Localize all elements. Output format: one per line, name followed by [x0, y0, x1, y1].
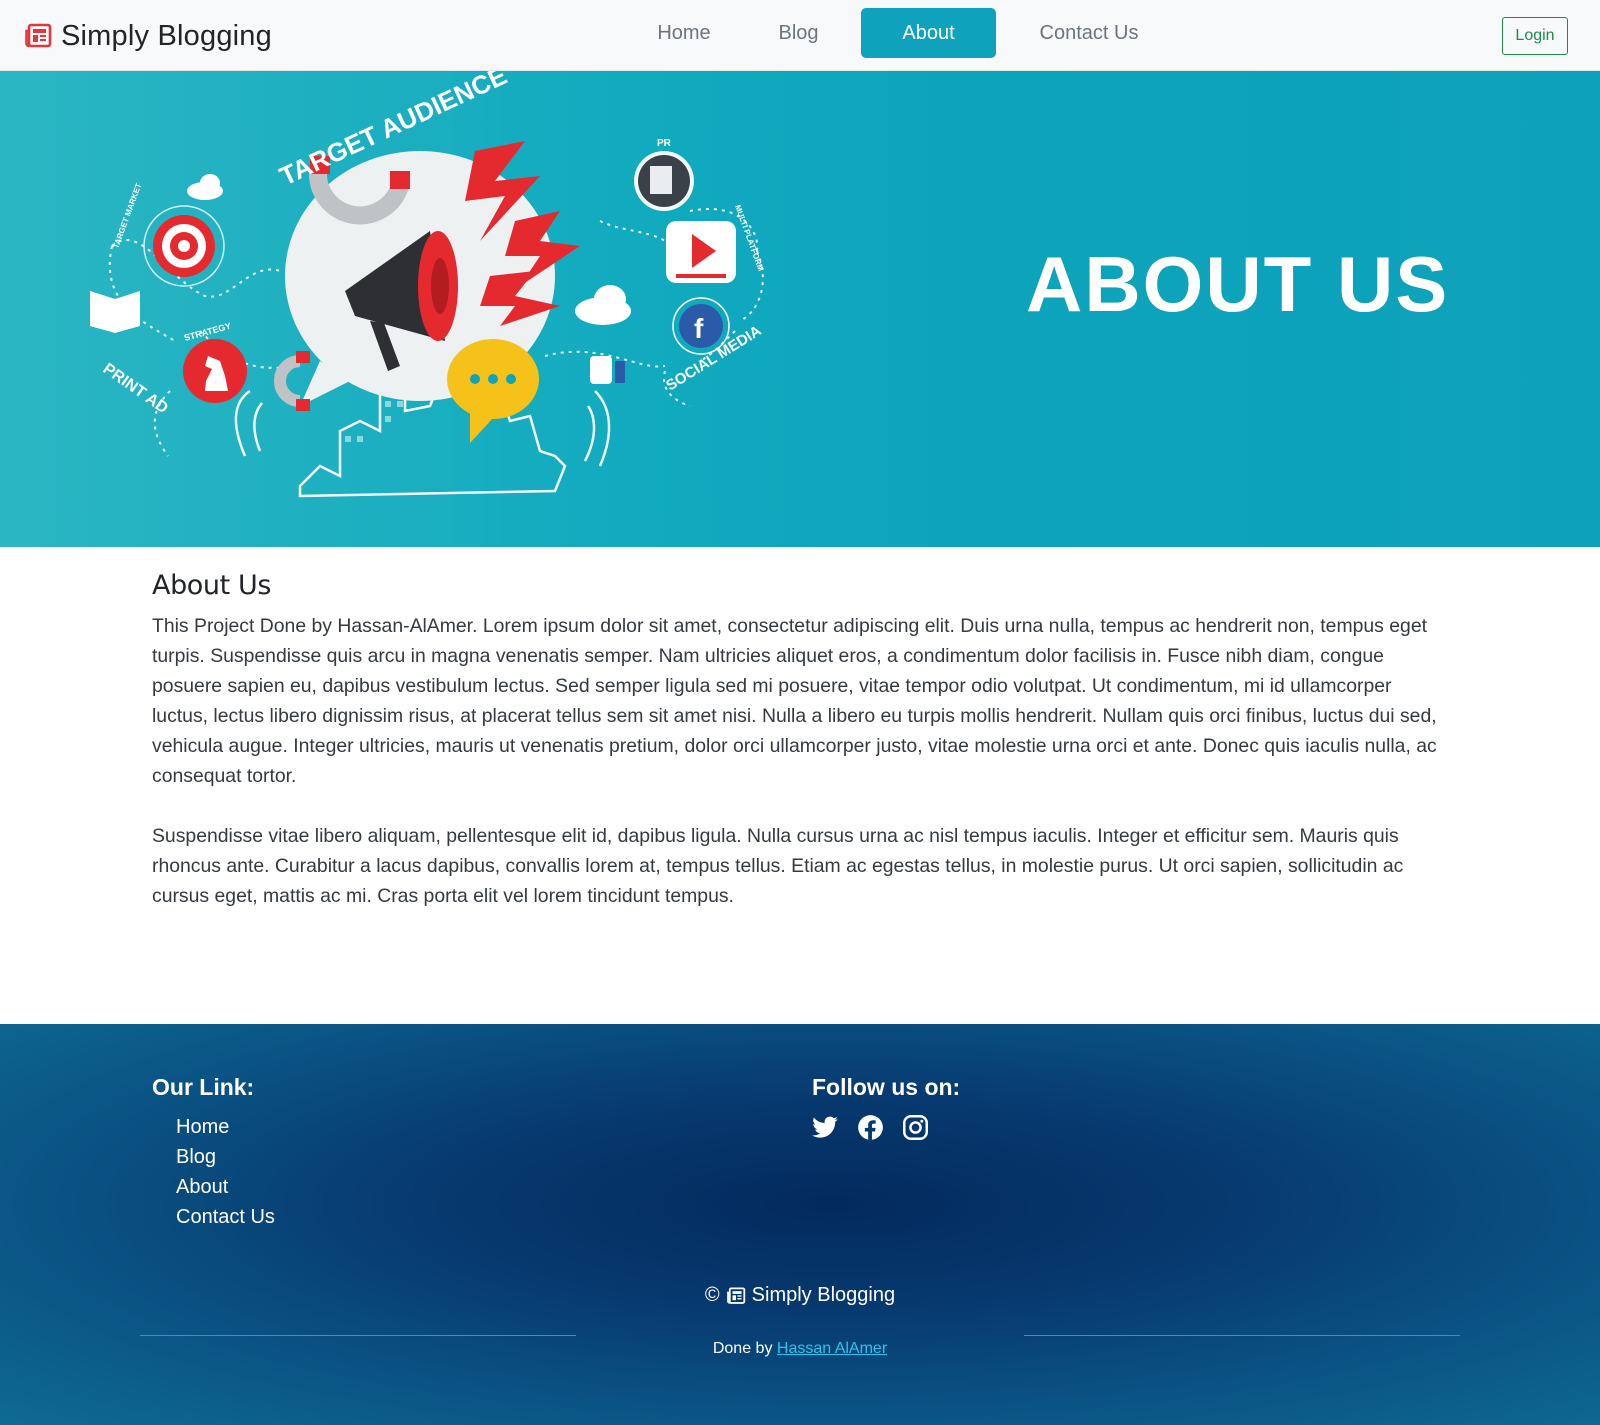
- footer: Our Link: Home Blog About Contact Us Fol…: [0, 1024, 1600, 1425]
- twitter-icon[interactable]: [812, 1114, 839, 1141]
- copyright: © Simply Blogging: [0, 1284, 1600, 1307]
- facebook-icon[interactable]: [857, 1114, 884, 1141]
- footer-links: Home Blog About Contact Us: [176, 1112, 275, 1232]
- nav-home[interactable]: Home: [619, 8, 749, 58]
- nav-blog[interactable]: Blog: [750, 8, 847, 58]
- footer-follow-title: Follow us on:: [812, 1074, 961, 1100]
- footer-link-about[interactable]: About: [176, 1172, 275, 1202]
- footer-links-title: Our Link:: [152, 1074, 255, 1100]
- print-ad-label: PRINT AD: [100, 360, 171, 417]
- about-section: About Us This Project Done by Hassan-AlA…: [152, 570, 1452, 911]
- newspaper-icon: [726, 1286, 745, 1304]
- svg-text:f: f: [694, 313, 704, 344]
- footer-divider-right: [1024, 1335, 1460, 1336]
- marketing-illustration: f TARGET AUDIENCE PR TARGET MARKET STRAT…: [90, 71, 766, 498]
- login-button[interactable]: Login: [1502, 17, 1568, 55]
- about-heading: About Us: [152, 570, 272, 601]
- social-links: [812, 1114, 929, 1141]
- author-link[interactable]: Hassan AlAmer: [777, 1340, 887, 1357]
- about-paragraph-2: Suspendisse vitae libero aliquam, pellen…: [152, 825, 1404, 907]
- multi-platform-label: MULTI PLATFORM: [733, 204, 765, 273]
- hero-title: ABOUT US: [1026, 240, 1450, 328]
- footer-link-blog[interactable]: Blog: [176, 1142, 275, 1172]
- copyright-text: Simply Blogging: [751, 1284, 896, 1306]
- done-by: Done by Hassan AlAmer: [0, 1340, 1600, 1358]
- pr-label: PR: [657, 138, 672, 149]
- strategy-label: STRATEGY: [183, 321, 232, 343]
- navbar: Simply Blogging Home Blog About Contact …: [0, 0, 1600, 71]
- done-by-prefix: Done by: [712, 1340, 773, 1357]
- hero-banner: f TARGET AUDIENCE PR TARGET MARKET STRAT…: [0, 71, 1600, 547]
- footer-divider-left: [140, 1335, 576, 1336]
- instagram-icon[interactable]: [902, 1114, 929, 1141]
- copyright-symbol: ©: [704, 1284, 720, 1306]
- footer-link-contact-us[interactable]: Contact Us: [176, 1202, 275, 1232]
- main-nav: Home Blog About Contact Us: [0, 8, 1600, 58]
- nav-contact-us[interactable]: Contact Us: [1020, 8, 1158, 58]
- nav-about[interactable]: About: [861, 8, 996, 58]
- footer-link-home[interactable]: Home: [176, 1112, 275, 1142]
- about-paragraph-1: This Project Done by Hassan-AlAmer. Lore…: [152, 615, 1437, 787]
